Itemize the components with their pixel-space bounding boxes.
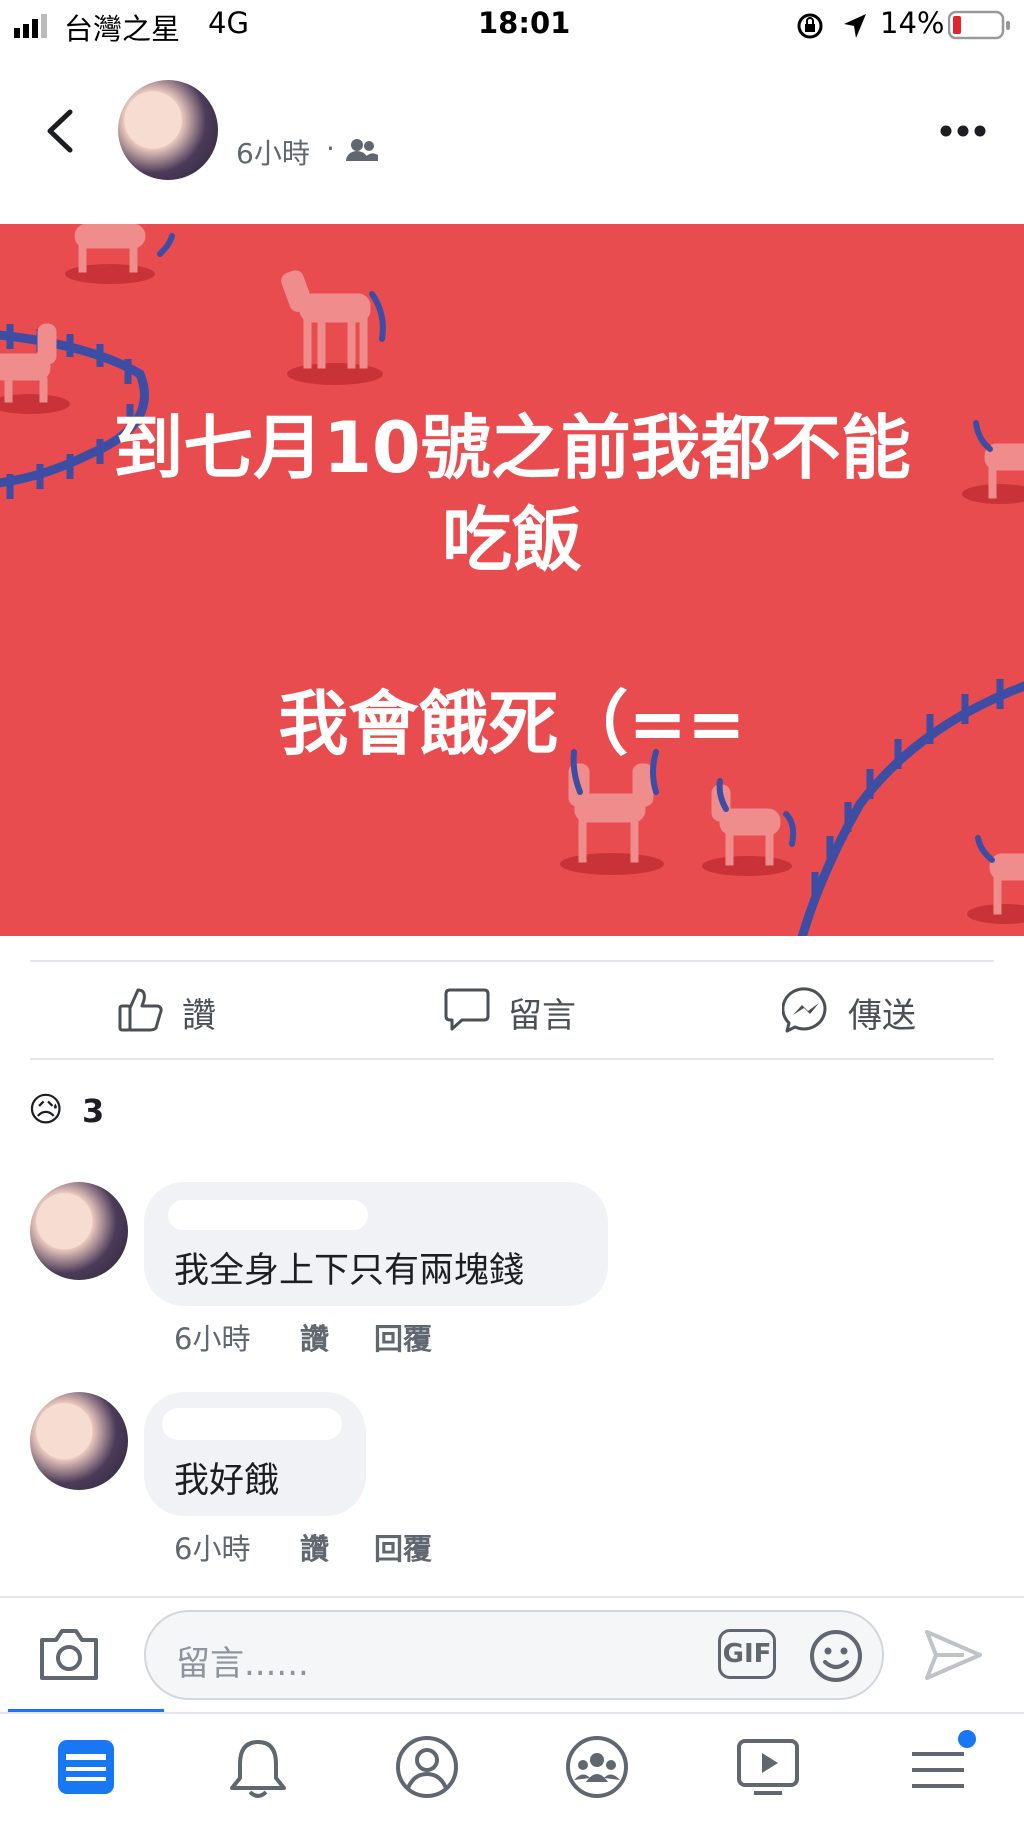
emoji-icon[interactable]: [808, 1628, 864, 1684]
sad-reaction-icon: 😥: [28, 1090, 64, 1130]
gif-button[interactable]: GIF: [718, 1629, 776, 1679]
like-button[interactable]: 讚: [118, 986, 278, 1036]
comment-bubble[interactable]: 我全身上下只有兩塊錢: [144, 1182, 608, 1306]
notifications-bell-icon[interactable]: [228, 1736, 288, 1800]
redacted-name: [168, 1200, 368, 1230]
clock: 18:01: [478, 6, 571, 40]
author-avatar[interactable]: [118, 80, 218, 180]
comment-like-link[interactable]: 讚: [300, 1526, 329, 1568]
post-text: 到七月10號之前我都不能 吃飯 我會餓死（==: [113, 407, 911, 765]
signal-icon: [14, 14, 47, 38]
profile-icon[interactable]: [394, 1734, 460, 1800]
reaction-summary[interactable]: 😥 3: [28, 1090, 148, 1134]
commenter-avatar[interactable]: [30, 1392, 128, 1490]
comment-text: 我全身上下只有兩塊錢: [174, 1251, 525, 1291]
comment-reply-link[interactable]: 回覆: [374, 1316, 432, 1358]
comment-reply-link[interactable]: 回覆: [374, 1526, 432, 1568]
send-comment-icon[interactable]: [924, 1628, 984, 1682]
divider: [30, 1058, 994, 1060]
send-button[interactable]: 傳送: [782, 986, 952, 1036]
like-label: 讚: [182, 996, 216, 1036]
comment-text: 我好餓: [174, 1461, 280, 1501]
more-dots-icon[interactable]: [940, 124, 986, 138]
comment-icon: [444, 988, 490, 1031]
redacted-name: [162, 1408, 342, 1440]
location-arrow-icon: [844, 14, 866, 38]
rotation-lock-icon: [797, 13, 823, 39]
battery-icon: [948, 10, 1010, 40]
groups-icon[interactable]: [564, 1734, 630, 1800]
reaction-count: 3: [82, 1092, 105, 1130]
comment-button[interactable]: 留言: [444, 986, 614, 1036]
news-feed-icon[interactable]: [56, 1738, 116, 1796]
meta-separator: ·: [326, 132, 335, 165]
thumbs-up-icon: [118, 988, 163, 1032]
carrier-name: 台灣之星: [64, 12, 181, 46]
messenger-icon: [782, 987, 827, 1033]
divider: [0, 1596, 1024, 1598]
divider: [30, 960, 994, 962]
comment-input-placeholder: 留言......: [176, 1644, 309, 1684]
commenter-avatar[interactable]: [30, 1182, 128, 1280]
bottom-navigation: [0, 1712, 1024, 1822]
post-header: 6小時 ·: [0, 60, 1024, 200]
comment-like-link[interactable]: 讚: [300, 1316, 329, 1358]
post-time[interactable]: 6小時: [236, 132, 310, 172]
notification-dot: [956, 1728, 978, 1750]
back-button[interactable]: [40, 108, 76, 154]
comment-time: 6小時: [174, 1532, 251, 1566]
comment-time: 6小時: [174, 1322, 251, 1356]
comment-bubble[interactable]: 我好餓: [144, 1392, 366, 1516]
camera-icon[interactable]: [38, 1626, 100, 1682]
post-background-card[interactable]: 到七月10號之前我都不能 吃飯 我會餓死（==: [0, 224, 1024, 936]
send-label: 傳送: [848, 996, 916, 1036]
comment-label: 留言: [508, 996, 576, 1036]
watch-video-icon[interactable]: [736, 1738, 800, 1798]
friends-icon: [346, 139, 378, 161]
status-bar: 台灣之星 4G 18:01 14%: [0, 0, 1024, 52]
network-type: 4G: [208, 6, 249, 40]
battery-percent: 14%: [880, 6, 945, 40]
